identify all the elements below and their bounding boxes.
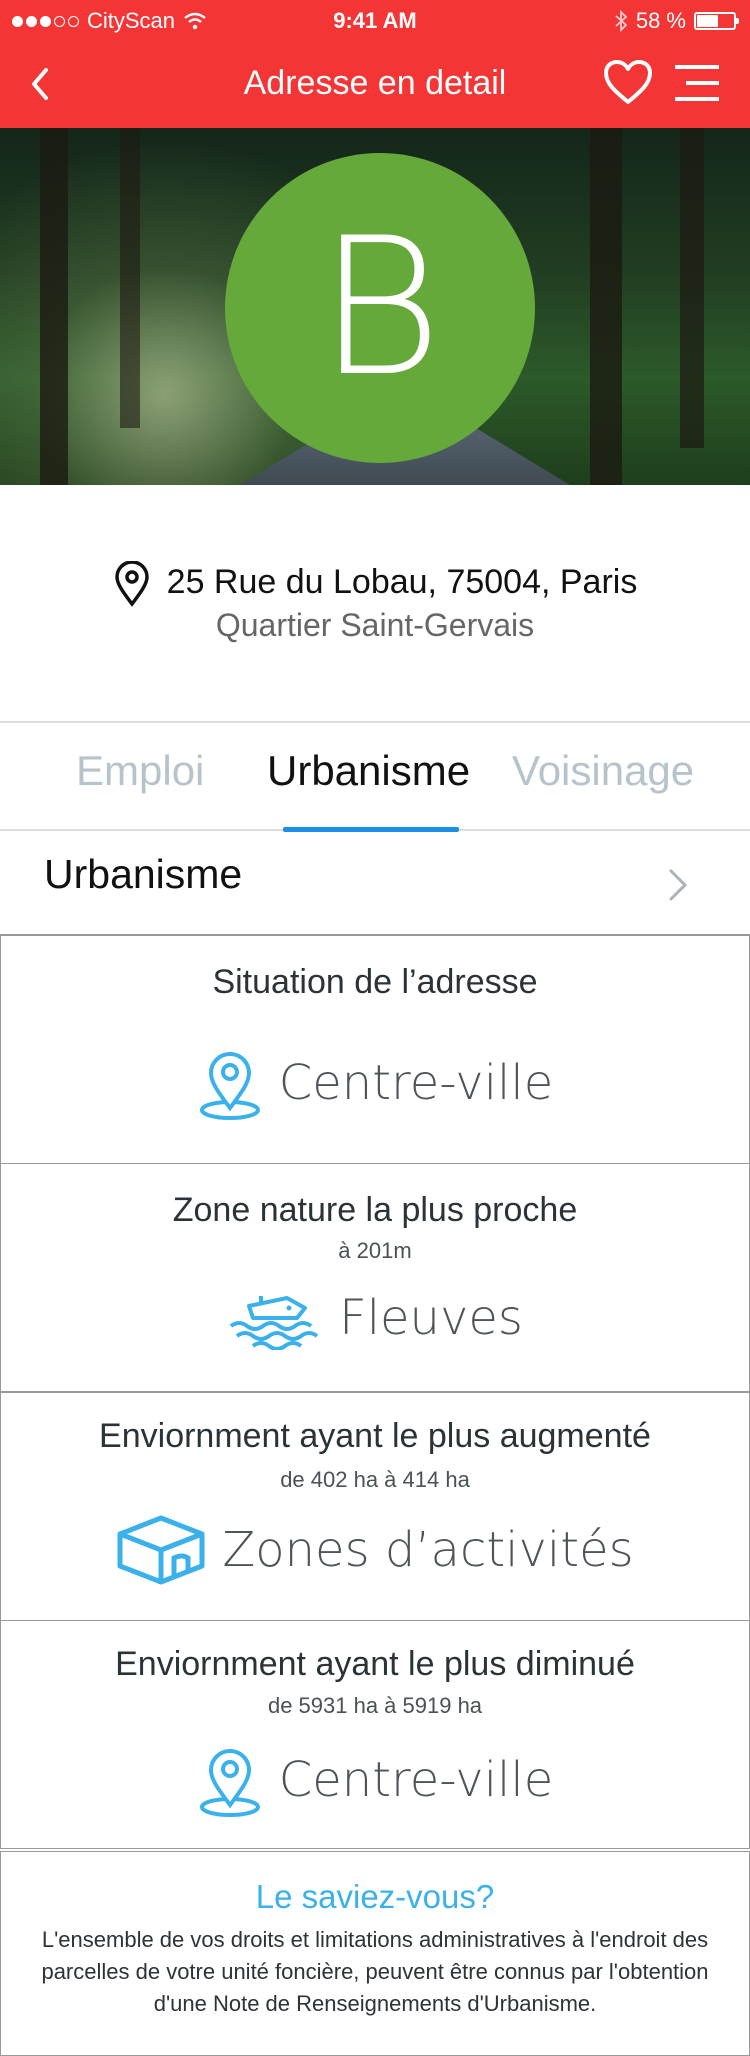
card-value: Centre-ville xyxy=(278,1752,554,1808)
battery-percent: 58 % xyxy=(635,8,686,33)
card-value-row: Fleuves xyxy=(1,1286,749,1350)
card-value: Centre-ville xyxy=(278,1055,554,1111)
boat-icon xyxy=(229,1296,319,1350)
card-subtitle: à 201m xyxy=(338,1238,412,1263)
card-zone-nature: Zone nature la plus proche à 201m Fleuve… xyxy=(0,1163,750,1392)
district-name: Quartier Saint-Gervais xyxy=(215,607,535,643)
card-situation: Situation de l’adresse Centre-ville xyxy=(0,935,750,1164)
card-value-row: Centre-ville xyxy=(1,1046,749,1120)
tip-box: Le saviez-vous? L'ensemble de vos droits… xyxy=(0,1851,750,2056)
map-pin-icon xyxy=(199,1749,260,1817)
tip-question[interactable]: Le saviez-vous? xyxy=(1,1878,749,1916)
card-env-diminue: Enviornment ayant le plus diminué de 593… xyxy=(0,1620,750,1849)
street-address: 25 Rue du Lobau, 75004, Paris xyxy=(166,562,638,601)
card-value-row: Zones d’activités xyxy=(1,1514,749,1586)
map-pin-icon xyxy=(199,1052,260,1120)
hamburger-menu-icon[interactable] xyxy=(672,62,722,104)
chevron-right-icon xyxy=(669,869,688,901)
location-pin-icon xyxy=(114,561,149,607)
battery-fill xyxy=(697,15,718,27)
building-icon xyxy=(117,1515,205,1585)
tip-body: L'ensemble de vos droits et limitations … xyxy=(41,1927,709,2016)
card-value: Fleuves xyxy=(339,1290,523,1346)
status-bar: CityScan 9:41 AM 58 % xyxy=(0,0,750,40)
tab-bar: Emploi Urbanisme Voisinage xyxy=(0,721,750,832)
address-block: 25 Rue du Lobau, 75004, Paris Quartier S… xyxy=(0,485,750,721)
card-title: Situation de l’adresse xyxy=(212,963,538,1001)
tab-urbanisme[interactable]: Urbanisme xyxy=(267,747,470,795)
tab-voisinage[interactable]: Voisinage xyxy=(512,747,694,795)
address-line: 25 Rue du Lobau, 75004, Paris xyxy=(0,561,750,607)
card-title: Zone nature la plus proche xyxy=(172,1191,578,1229)
status-right: 58 % xyxy=(614,8,739,34)
favorite-heart-icon[interactable] xyxy=(602,58,654,106)
grade-badge: B xyxy=(225,153,535,463)
section-title: Urbanisme xyxy=(44,851,243,897)
navigation-bar: Adresse en detail xyxy=(0,40,750,128)
card-subtitle: de 402 ha à 414 ha xyxy=(280,1467,470,1492)
hero-image: B xyxy=(0,128,750,485)
card-subtitle: de 5931 ha à 5919 ha xyxy=(267,1693,483,1718)
bluetooth-icon xyxy=(615,10,628,32)
card-value: Zones d’activités xyxy=(222,1522,634,1578)
card-value-row: Centre-ville xyxy=(1,1743,749,1817)
card-title: Enviornment ayant le plus augmenté xyxy=(99,1417,651,1455)
section-header[interactable]: Urbanisme xyxy=(0,831,750,935)
battery-icon xyxy=(694,12,739,30)
card-title: Enviornment ayant le plus diminué xyxy=(115,1645,635,1683)
card-env-augmente: Enviornment ayant le plus augmenté de 40… xyxy=(0,1392,750,1621)
tab-emploi[interactable]: Emploi xyxy=(76,747,204,795)
